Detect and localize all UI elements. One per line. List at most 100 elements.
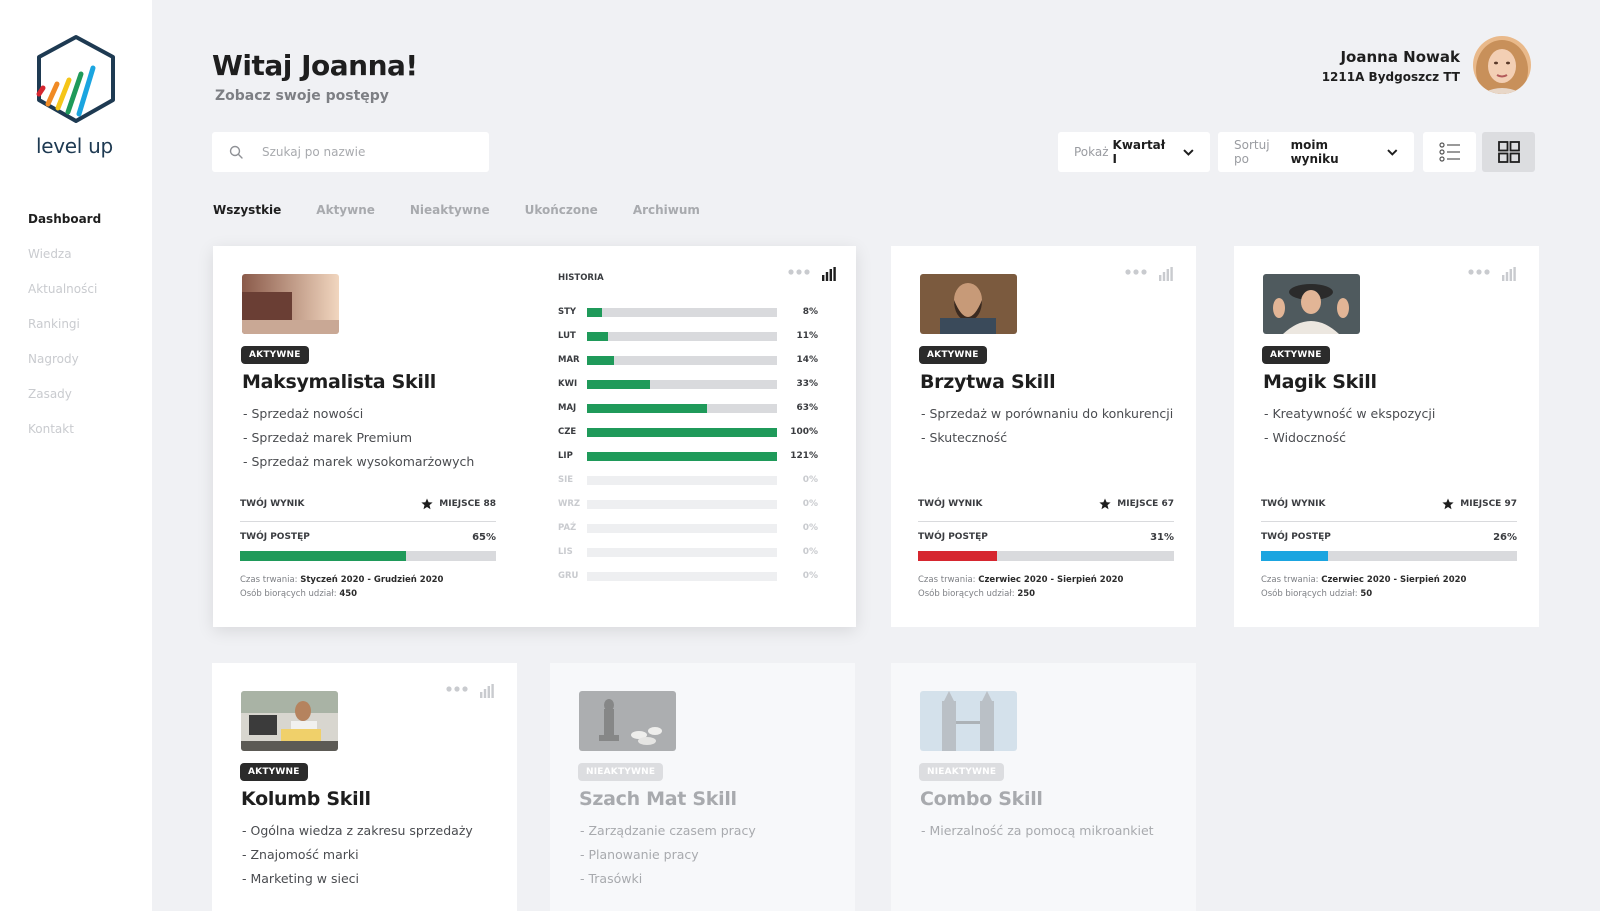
list-view-icon — [1438, 142, 1460, 162]
tab-ukonczone[interactable]: Ukończone — [525, 203, 598, 217]
history-bar-track — [587, 476, 777, 485]
duration-label: Czas trwania: — [240, 575, 298, 585]
rank-place-value: MIEJSCE 88 — [439, 499, 496, 509]
history-row: MAJ 63% — [558, 403, 818, 427]
history-value: 100% — [790, 427, 818, 437]
history-bar-track — [587, 548, 777, 557]
page-title: Witaj Joanna! — [212, 49, 418, 82]
skill-card-brzytwa[interactable]: AKTYWNE Brzytwa Skill - Sprzedaż w porów… — [891, 246, 1196, 627]
history-bar — [587, 332, 608, 341]
list-item: - Kreatywność w ekspozycji — [1264, 406, 1436, 421]
history-row: GRU 0% — [558, 571, 818, 595]
search-input[interactable] — [262, 132, 482, 172]
tab-archiwum[interactable]: Archiwum — [633, 203, 700, 217]
card-participants: Osób biorących udział: 50 — [1261, 589, 1372, 599]
history-bar-track — [587, 452, 777, 461]
history-bar-track — [587, 380, 777, 389]
history-bar — [587, 404, 707, 413]
history-bar — [587, 452, 777, 461]
skill-card-magik[interactable]: AKTYWNE Magik Skill - Kreatywność w eksp… — [1234, 246, 1539, 627]
list-item: - Sprzedaż w porównaniu do konkurencji — [921, 406, 1174, 421]
history-month: MAJ — [558, 403, 577, 413]
more-options-icon[interactable] — [788, 268, 810, 276]
tab-aktywne[interactable]: Aktywne — [316, 203, 375, 217]
history-chart-icon[interactable] — [480, 684, 494, 698]
more-options-icon[interactable] — [1125, 268, 1147, 276]
history-bar — [587, 308, 603, 317]
more-options-icon[interactable] — [446, 685, 468, 693]
rank-place: MIEJSCE 88 — [421, 498, 496, 510]
history-chart-icon[interactable] — [1159, 267, 1173, 281]
skill-card-kolumb[interactable]: AKTYWNE Kolumb Skill - Ogólna wiedza z z… — [212, 663, 517, 911]
grid-view-button[interactable] — [1482, 132, 1535, 172]
history-row: LIP 121% — [558, 451, 818, 475]
skill-card-maksymalista[interactable]: AKTYWNE Maksymalista Skill - Sprzedaż no… — [213, 246, 856, 627]
skill-card-combo[interactable]: NIEAKTYWNE Combo Skill - Mierzalność za … — [891, 663, 1196, 911]
list-view-button[interactable] — [1423, 132, 1476, 172]
star-icon — [1442, 498, 1454, 510]
progress-label: TWÓJ POSTĘP — [918, 532, 988, 542]
history-bar-track — [587, 404, 777, 413]
status-badge: AKTYWNE — [1262, 346, 1330, 364]
card-title: Maksymalista Skill — [242, 371, 436, 393]
card-participants: Osób biorących udział: 450 — [240, 589, 357, 599]
history-value: 121% — [790, 451, 818, 461]
score-label: TWÓJ WYNIK — [240, 499, 305, 509]
rank-place-value: MIEJSCE 67 — [1117, 499, 1174, 509]
nav-item-wiedza[interactable]: Wiedza — [28, 247, 101, 282]
card-title: Szach Mat Skill — [579, 788, 737, 810]
history-row: SIE 0% — [558, 475, 818, 499]
history-month: LUT — [558, 331, 576, 341]
score-label: TWÓJ WYNIK — [918, 499, 983, 509]
skill-card-szach-mat[interactable]: NIEAKTYWNE Szach Mat Skill - Zarządzanie… — [550, 663, 855, 911]
status-badge: AKTYWNE — [240, 763, 308, 781]
quarter-dropdown-prefix: Pokaż — [1074, 145, 1109, 159]
sort-dropdown-value: moim wyniku — [1290, 138, 1339, 166]
history-row: CZE 100% — [558, 427, 818, 451]
history-value: 0% — [802, 475, 818, 485]
score-row: TWÓJ WYNIK MIEJSCE 88 — [240, 498, 496, 510]
history-value: 63% — [796, 403, 818, 413]
history-chart-icon[interactable] — [822, 267, 836, 281]
duration-label: Czas trwania: — [918, 575, 976, 585]
history-chart-icon[interactable] — [1502, 267, 1516, 281]
progress-bar — [240, 551, 496, 561]
participants-label: Osób biorących udział: — [240, 589, 337, 599]
progress-label: TWÓJ POSTĘP — [1261, 532, 1331, 542]
progress-row: TWÓJ POSTĘP 65% — [240, 532, 496, 543]
tab-nieaktywne[interactable]: Nieaktywne — [410, 203, 490, 217]
history-month: CZE — [558, 427, 577, 437]
duration-value: Styczeń 2020 - Grudzień 2020 — [300, 575, 444, 585]
progress-bar — [1261, 551, 1517, 561]
user-name: Joanna Nowak — [1340, 48, 1460, 66]
quarter-dropdown-value: Kwartał I — [1112, 138, 1166, 166]
rank-place: MIEJSCE 67 — [1099, 498, 1174, 510]
history-row: KWI 33% — [558, 379, 818, 403]
nav-item-rankingi[interactable]: Rankingi — [28, 317, 101, 352]
chevron-down-icon — [1387, 148, 1398, 156]
card-participants: Osób biorących udział: 250 — [918, 589, 1035, 599]
star-icon — [1099, 498, 1111, 510]
tab-wszystkie[interactable]: Wszystkie — [213, 203, 281, 217]
card-thumbnail — [242, 274, 339, 334]
participants-value: 450 — [339, 589, 358, 599]
score-row: TWÓJ WYNIK MIEJSCE 97 — [1261, 498, 1517, 510]
list-item: - Widoczność — [1264, 430, 1347, 445]
nav-item-aktualnosci[interactable]: Aktualności — [28, 282, 101, 317]
nav-item-zasady[interactable]: Zasady — [28, 387, 101, 422]
divider — [1261, 521, 1517, 522]
nav-item-nagrody[interactable]: Nagrody — [28, 352, 101, 387]
list-item: - Skuteczność — [921, 430, 1008, 445]
sort-dropdown[interactable]: Sortuj po moim wyniku — [1218, 132, 1414, 172]
nav-item-kontakt[interactable]: Kontakt — [28, 422, 101, 457]
card-skill-list: - Mierzalność za pomocą mikroankiet — [921, 823, 1154, 847]
nav-item-dashboard[interactable]: Dashboard — [28, 212, 101, 247]
avatar[interactable] — [1473, 36, 1531, 94]
participants-value: 250 — [1017, 589, 1036, 599]
card-duration: Czas trwania: Czerwiec 2020 - Sierpień 2… — [918, 575, 1123, 585]
more-options-icon[interactable] — [1468, 268, 1490, 276]
history-row: PAŹ 0% — [558, 523, 818, 547]
quarter-dropdown[interactable]: Pokaż Kwartał I — [1058, 132, 1210, 172]
card-skill-list: - Zarządzanie czasem pracy - Planowanie … — [580, 823, 756, 895]
progress-row: TWÓJ POSTĘP 31% — [918, 532, 1174, 543]
